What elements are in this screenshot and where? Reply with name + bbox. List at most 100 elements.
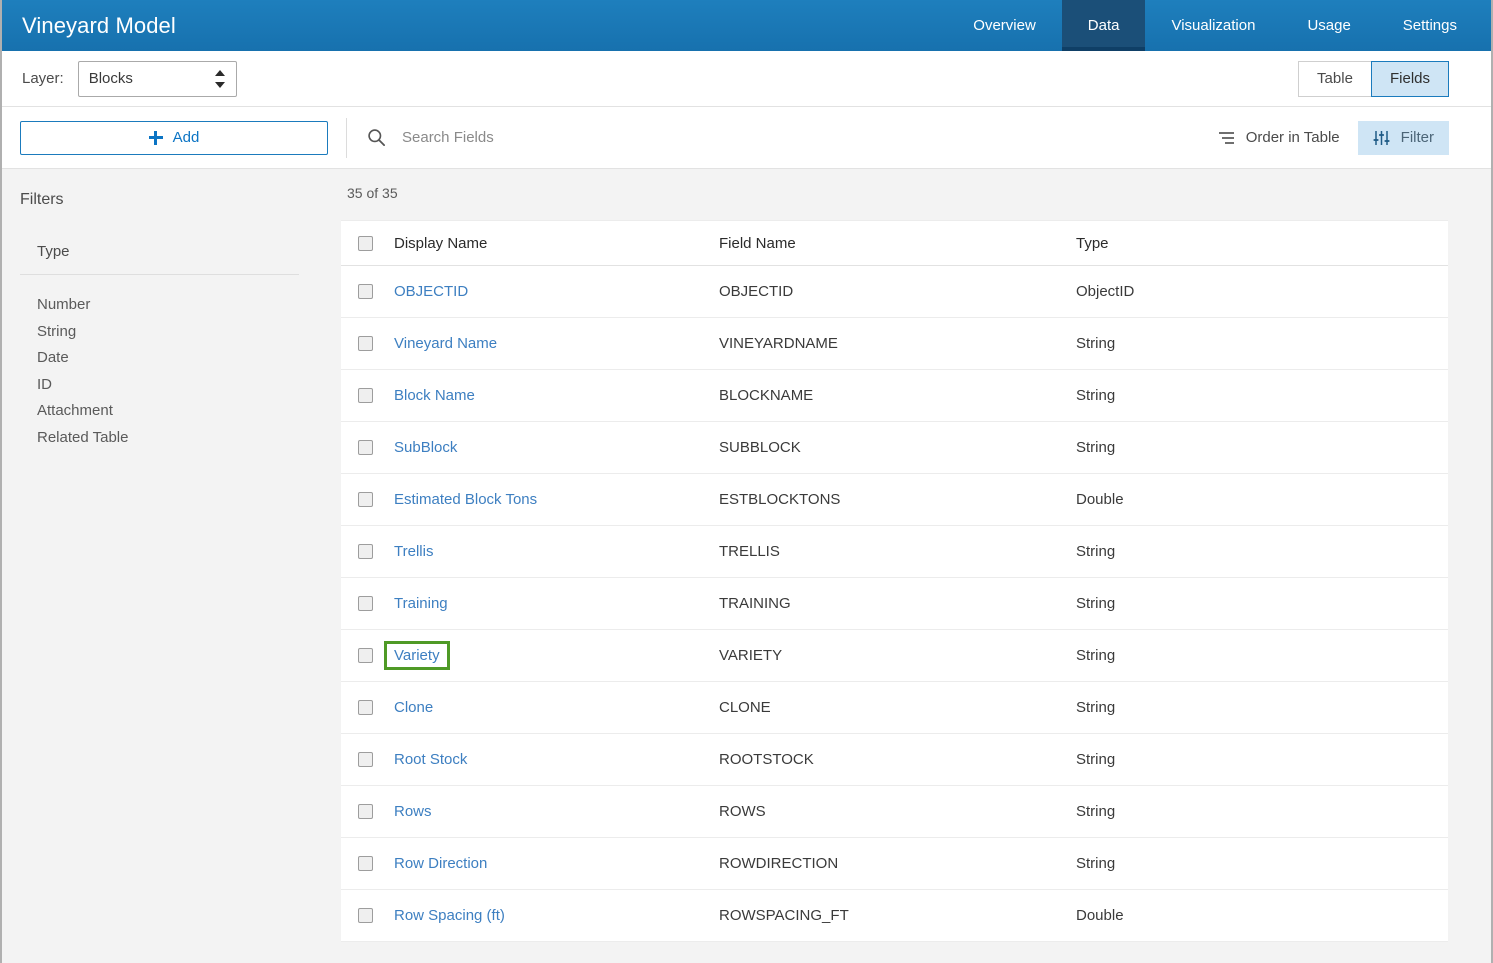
cell-field-name: CLONE (719, 699, 1076, 716)
row-checkbox[interactable] (358, 284, 373, 299)
search-icon (367, 128, 386, 147)
nav-item-visualization[interactable]: Visualization (1145, 0, 1281, 51)
select-all-checkbox[interactable] (358, 236, 373, 251)
add-button-label: Add (173, 129, 200, 146)
cell-field-name: BLOCKNAME (719, 387, 1076, 404)
field-link[interactable]: Estimated Block Tons (394, 491, 537, 508)
filter-option-attachment[interactable]: Attachment (2, 398, 341, 425)
nav-item-usage[interactable]: Usage (1281, 0, 1376, 51)
field-link-highlighted[interactable]: Variety (384, 641, 450, 670)
table-body: OBJECTIDOBJECTIDObjectIDVineyard NameVIN… (341, 266, 1448, 942)
nav-label: Overview (973, 17, 1036, 34)
cell-field-name: ROWSPACING_FT (719, 907, 1076, 924)
cell-type: String (1076, 543, 1448, 560)
layer-label: Layer: (22, 70, 64, 87)
cell-display-name: Row Spacing (ft) (373, 907, 719, 925)
field-link[interactable]: Clone (394, 699, 433, 716)
main-navigation: Overview Data Visualization Usage Settin… (947, 0, 1491, 51)
row-checkbox[interactable] (358, 544, 373, 559)
nav-label: Usage (1307, 17, 1350, 34)
field-link[interactable]: Vineyard Name (394, 335, 497, 352)
action-toolbar: Add Order in Table (2, 107, 1491, 169)
plus-icon (149, 131, 163, 145)
field-link[interactable]: OBJECTID (394, 283, 468, 300)
table-row: Row Spacing (ft) ROWSPACING_FTDouble (341, 890, 1448, 942)
divider (20, 274, 299, 275)
row-checkbox[interactable] (358, 804, 373, 819)
row-checkbox[interactable] (358, 648, 373, 663)
filter-group-type-heading: Type (2, 243, 341, 260)
view-toggle-group: Table Fields (1298, 61, 1449, 97)
cell-type: Double (1076, 491, 1448, 508)
order-in-table-label: Order in Table (1246, 129, 1340, 146)
filter-option-related-table[interactable]: Related Table (2, 425, 341, 452)
filter-option-string[interactable]: String (2, 319, 341, 346)
layer-toolbar: Layer: Blocks Table Fields (2, 51, 1491, 107)
chevron-updown-icon (215, 70, 226, 88)
filter-sliders-icon (1373, 130, 1390, 146)
tab-table[interactable]: Table (1298, 61, 1372, 97)
row-checkbox[interactable] (358, 596, 373, 611)
filter-button[interactable]: Filter (1358, 121, 1449, 155)
column-header-field-name[interactable]: Field Name (719, 235, 1076, 252)
table-row: Estimated Block TonsESTBLOCKTONSDouble (341, 474, 1448, 526)
filter-option-id[interactable]: ID (2, 372, 341, 399)
cell-field-name: TRAINING (719, 595, 1076, 612)
cell-type: String (1076, 751, 1448, 768)
field-link[interactable]: Row Spacing (ft) (394, 907, 505, 924)
cell-field-name: OBJECTID (719, 283, 1076, 300)
row-checkbox[interactable] (358, 908, 373, 923)
table-row: RowsROWSString (341, 786, 1448, 838)
row-checkbox[interactable] (358, 856, 373, 871)
cell-type: String (1076, 387, 1448, 404)
filter-label: Filter (1401, 129, 1434, 146)
field-link[interactable]: Row Direction (394, 855, 487, 872)
layer-select[interactable]: Blocks (78, 61, 237, 97)
row-checkbox[interactable] (358, 492, 373, 507)
field-link[interactable]: Rows (394, 803, 432, 820)
filters-sidebar: Filters Type Number String Date ID Attac… (2, 169, 341, 963)
cell-field-name: VINEYARDNAME (719, 335, 1076, 352)
field-link[interactable]: Trellis (394, 543, 433, 560)
nav-item-settings[interactable]: Settings (1377, 0, 1491, 51)
filter-option-number[interactable]: Number (2, 292, 341, 319)
nav-item-overview[interactable]: Overview (947, 0, 1062, 51)
row-checkbox[interactable] (358, 752, 373, 767)
field-link[interactable]: Block Name (394, 387, 475, 404)
table-row: OBJECTIDOBJECTIDObjectID (341, 266, 1448, 318)
app-header: Vineyard Model Overview Data Visualizati… (2, 0, 1491, 51)
order-lines-icon (1218, 131, 1235, 145)
table-row: SubBlock SUBBLOCKString (341, 422, 1448, 474)
table-row: VarietyVARIETYString (341, 630, 1448, 682)
layer-select-value: Blocks (89, 70, 133, 87)
fields-content: 35 of 35 Display Name Field Name Type OB… (341, 169, 1491, 963)
row-checkbox[interactable] (358, 700, 373, 715)
column-header-type[interactable]: Type (1076, 235, 1448, 252)
cell-display-name: Vineyard Name (373, 335, 719, 353)
search-input[interactable] (400, 128, 820, 147)
cell-field-name: TRELLIS (719, 543, 1076, 560)
row-checkbox[interactable] (358, 336, 373, 351)
cell-type: String (1076, 699, 1448, 716)
cell-type: Double (1076, 907, 1448, 924)
filter-option-date[interactable]: Date (2, 345, 341, 372)
row-checkbox[interactable] (358, 440, 373, 455)
table-row: Block Name BLOCKNAMEString (341, 370, 1448, 422)
field-link[interactable]: Training (394, 595, 448, 612)
field-link[interactable]: Root Stock (394, 751, 467, 768)
field-link[interactable]: SubBlock (394, 439, 457, 456)
cell-type: String (1076, 335, 1448, 352)
table-row: TrainingTRAININGString (341, 578, 1448, 630)
add-field-button[interactable]: Add (20, 121, 328, 155)
nav-label: Visualization (1171, 17, 1255, 34)
table-row: Trellis TRELLISString (341, 526, 1448, 578)
cell-field-name: ROOTSTOCK (719, 751, 1076, 768)
column-header-display-name[interactable]: Display Name (373, 235, 719, 252)
row-checkbox[interactable] (358, 388, 373, 403)
tab-fields[interactable]: Fields (1371, 61, 1449, 97)
cell-type: String (1076, 439, 1448, 456)
table-row: Clone CLONEString (341, 682, 1448, 734)
cell-field-name: SUBBLOCK (719, 439, 1076, 456)
order-in-table-button[interactable]: Order in Table (1206, 121, 1352, 155)
nav-item-data[interactable]: Data (1062, 0, 1146, 51)
